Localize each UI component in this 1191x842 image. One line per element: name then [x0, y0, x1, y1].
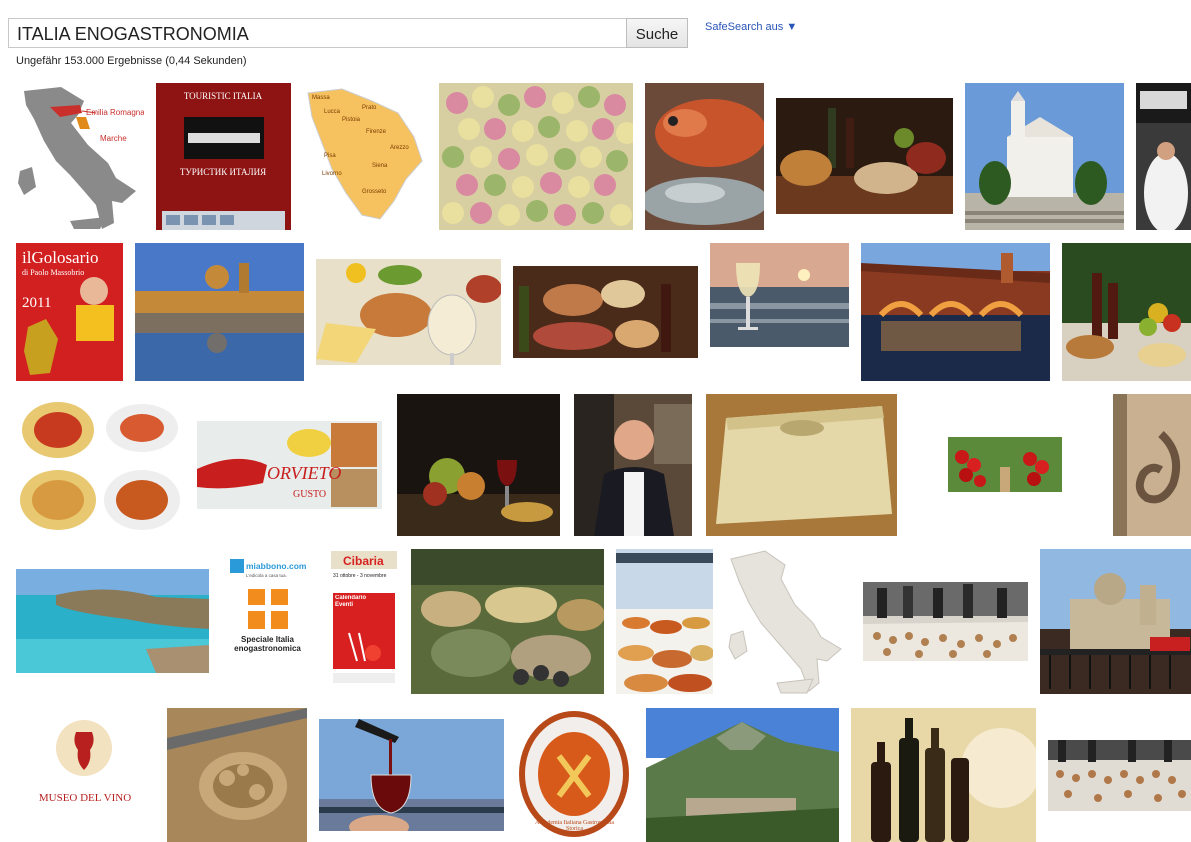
image-result-touristic-italia[interactable]: TOURISTIC ITALIA ТУРИСТИК ИТАЛИЯ	[156, 83, 291, 230]
chevron-down-icon: ▼	[786, 21, 798, 33]
image-result-banquet-plates[interactable]	[1048, 740, 1191, 811]
image-result-mantova-reflection[interactable]	[135, 243, 304, 381]
image-result-cathedral-terrace[interactable]	[1040, 549, 1191, 694]
image-result-orvieto-gusto[interactable]: ORVIETO GUSTO	[197, 421, 382, 509]
image-result-food-market-stall[interactable]	[411, 549, 604, 694]
search-input[interactable]	[8, 18, 626, 48]
safesearch-label: SafeSearch aus	[705, 21, 784, 33]
image-result-fruit-wine-dark[interactable]	[397, 394, 560, 536]
golosario-year: 2011	[22, 295, 51, 311]
tuscany-city-1: Lucca	[324, 109, 341, 115]
image-result-gift-box[interactable]	[706, 394, 897, 536]
touristic-title: TOURISTIC ITALIA	[184, 91, 263, 101]
image-result-food-still-life[interactable]	[776, 98, 953, 214]
touristic-cyrillic: ТУРИСТИК ИТАЛИЯ	[180, 167, 266, 177]
image-result-accademia-gastronomia[interactable]: Accademia Italiana Gastronomia Storica	[519, 708, 630, 842]
image-result-wine-sunset-sea[interactable]	[710, 243, 849, 347]
image-result-covered-bridge-pavia[interactable]	[861, 243, 1050, 381]
tuscany-city-0: Massa	[312, 95, 330, 101]
tuscany-city-7: Livorno	[322, 171, 342, 177]
image-result-wine-bottles[interactable]	[851, 708, 1036, 842]
tuscany-city-3: Pistoia	[342, 117, 361, 123]
golosario-title: ilGolosario	[22, 248, 99, 267]
miabbono-logo: miabbono.com	[246, 561, 307, 571]
map-label-marche: Marche	[100, 134, 127, 143]
tuscany-city-6: Pisa	[324, 153, 336, 159]
image-result-pouring-red-wine[interactable]	[319, 719, 504, 831]
image-result-banquet-crowd[interactable]	[863, 582, 1028, 661]
result-stats: Ungefähr 153.000 Ergebnisse (0,44 Sekund…	[16, 55, 247, 67]
image-result-museo-del-vino[interactable]: MUSEO DEL VINO	[16, 708, 154, 836]
tuscany-city-2: Prato	[362, 105, 377, 111]
image-result-cibaria-poster[interactable]: Cibaria 31 ottobre - 3 novembre Calendar…	[329, 549, 399, 687]
image-result-golosario-2011[interactable]: ilGolosario di Paolo Massobrio 2011	[16, 243, 123, 381]
tuscany-city-5: Arezzo	[390, 145, 409, 151]
image-result-red-fish[interactable]	[645, 83, 764, 230]
miabbono-sub: L'edicola a casa tua.	[246, 573, 287, 578]
tuscany-city-4: Firenze	[366, 129, 387, 135]
image-result-turquoise-coast[interactable]	[16, 569, 209, 673]
image-result-chefs[interactable]	[1136, 83, 1191, 230]
orvieto-label: ORVIETO	[267, 463, 341, 483]
image-result-pasta-collage[interactable]	[16, 394, 183, 536]
tuscany-city-8: Siena	[372, 163, 388, 169]
map-label-emilia: Emilia Romagna	[86, 108, 144, 117]
image-result-italy-outline-map[interactable]	[725, 549, 851, 694]
orvieto-gusto-label: GUSTO	[293, 489, 326, 500]
image-result-buffet-table[interactable]	[616, 549, 713, 694]
image-result-tuscany-map[interactable]: Massa Lucca Prato Pistoia Firenze Arezzo…	[302, 83, 426, 230]
image-result-miabbono[interactable]: miabbono.com L'edicola a casa tua. Speci…	[220, 549, 315, 687]
cibaria-title: Cibaria	[343, 554, 384, 568]
image-result-nuraghe-aerial[interactable]	[167, 708, 307, 842]
image-result-wine-bread-fruit[interactable]	[1062, 243, 1191, 381]
miabbono-speciale: Speciale Italia enogastronomica	[234, 635, 301, 653]
image-result-italy-map-regions[interactable]: Emilia Romagna Marche	[16, 83, 144, 230]
golosario-author: di Paolo Massobrio	[22, 268, 84, 277]
museo-del-vino-label: MUSEO DEL VINO	[38, 792, 132, 804]
image-result-cheese-wine-table[interactable]	[316, 259, 501, 365]
image-result-tomatoes-vine[interactable]	[948, 437, 1062, 492]
search-button[interactable]: Suche	[626, 18, 688, 48]
cibaria-calendario: Calendario Eventi	[335, 595, 367, 608]
tuscany-city-9: Grosseto	[362, 189, 387, 195]
safesearch-toggle[interactable]: SafeSearch aus ▼	[705, 21, 797, 33]
image-result-stone-carving[interactable]	[1113, 394, 1191, 536]
image-result-colored-gnocchi[interactable]	[439, 83, 633, 230]
accademia-label: Accademia Italiana Gastronomia Storica	[535, 820, 614, 832]
cibaria-dates: 31 ottobre - 3 novembre	[333, 573, 387, 579]
image-result-man-portrait[interactable]	[574, 394, 692, 536]
image-result-mountain-valley-town[interactable]	[646, 708, 839, 842]
image-result-white-church[interactable]	[965, 83, 1124, 230]
image-result-salumi-display[interactable]	[513, 266, 698, 358]
